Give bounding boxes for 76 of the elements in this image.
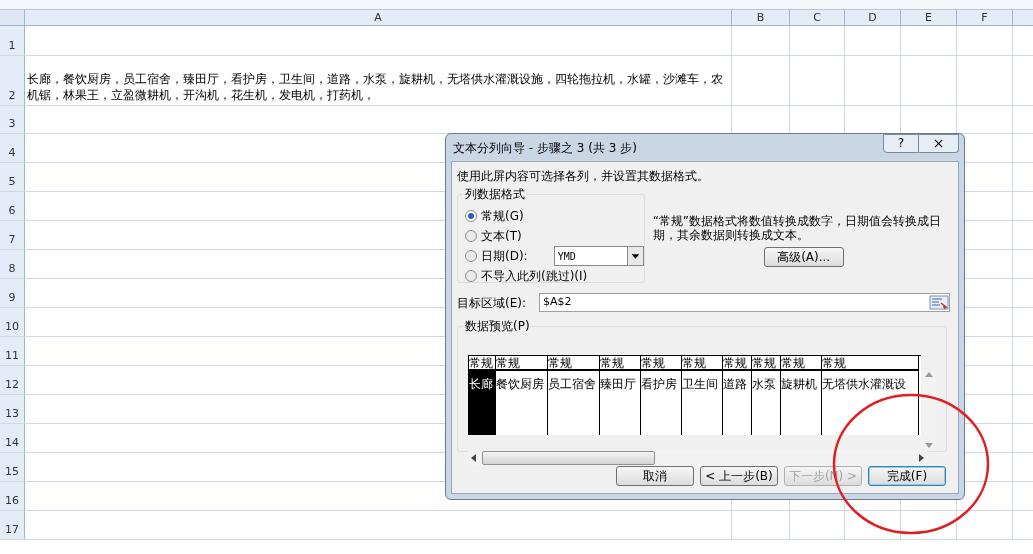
preview-cell: 臻田厅 (600, 377, 636, 391)
format-description: “常规”数据格式将数值转换成数字，日期值会转换成日期，其余数据则转换成文本。 (652, 214, 943, 242)
cell-text: 长廊，餐饮厨房，员工宿舍，臻田厅，看护房，卫生间，道路，水泵，旋耕机，无塔供水灌溉设施，四轮拖拉机，水罐，沙滩车，农机锯，林果王，立盈微耕机，开沟机，花生机，发电机，打药机， (27, 71, 724, 104)
preview-cell: 水泵 (752, 377, 776, 391)
scroll-down-arrow-icon[interactable] (924, 443, 933, 448)
preview-column-header[interactable]: 常规 (822, 356, 918, 371)
column-header[interactable]: B (732, 10, 790, 25)
row-header[interactable]: 2 (0, 56, 25, 105)
preview-column[interactable]: 长廊 (469, 371, 495, 435)
advanced-button[interactable]: 高级(A)... (763, 247, 844, 267)
row-header[interactable]: 17 (0, 511, 25, 539)
row-header[interactable]: 11 (0, 337, 25, 365)
preview-cell: 卫生间 (682, 377, 718, 391)
column-header[interactable]: E (901, 10, 957, 25)
preview-cell: 餐饮厨房 (496, 377, 544, 391)
radio-label: 常规(G) (481, 208, 524, 225)
scroll-up-arrow-icon[interactable] (924, 372, 933, 377)
dropdown-value: YMD (556, 249, 577, 264)
row-header[interactable]: 16 (0, 482, 25, 510)
preview-column-header[interactable]: 常规 (723, 356, 751, 371)
group-label: 列数据格式 (463, 186, 527, 202)
radio-button[interactable] (465, 210, 477, 222)
row-header[interactable]: 6 (0, 192, 25, 220)
preview-column-header[interactable]: 常规 (641, 356, 681, 371)
preview-cell: 看护房 (641, 377, 677, 391)
row-header[interactable]: 13 (0, 395, 25, 423)
row-header[interactable]: 14 (0, 424, 25, 452)
radio-label: 日期(D): (481, 248, 528, 265)
row-header[interactable]: 10 (0, 308, 25, 336)
radio-button[interactable] (465, 250, 477, 262)
preview-cell: 旋耕机 (781, 377, 817, 391)
close-button[interactable]: × (919, 134, 959, 153)
row-header[interactable]: 7 (0, 221, 25, 249)
column-header[interactable]: D (845, 10, 901, 25)
instruction-text: 使用此屏内容可选择各列，并设置其数据格式。 (457, 168, 710, 185)
radio-label: 不导入此列(跳过)(I) (481, 268, 588, 285)
help-button[interactable]: ? (883, 134, 919, 153)
column-header[interactable]: C (790, 10, 845, 25)
preview-column-header[interactable]: 常规 (600, 356, 640, 371)
preview-cell: 长廊 (469, 377, 493, 391)
preview-column-header[interactable]: 常规 (469, 356, 495, 371)
row-header[interactable]: 8 (0, 250, 25, 278)
row-header[interactable]: 5 (0, 163, 25, 191)
field-value: $A$2 (542, 294, 573, 311)
preview-cell: 无塔供水灌溉设 (822, 377, 906, 391)
preview-column-header[interactable]: 常规 (752, 356, 780, 371)
scrollbar-thumb[interactable] (482, 451, 655, 465)
preview-column-header[interactable]: 常规 (496, 356, 547, 371)
row-header[interactable]: 12 (0, 366, 25, 394)
row-header[interactable]: 4 (0, 134, 25, 162)
row-header[interactable]: 9 (0, 279, 25, 307)
group-label: 数据预览(P) (463, 318, 532, 334)
scroll-left-arrow-icon[interactable] (471, 454, 476, 462)
radio-label: 文本(T) (481, 228, 522, 245)
preview-column-header[interactable]: 常规 (781, 356, 821, 371)
dialog-button[interactable]: 取消 (616, 466, 694, 486)
scroll-right-arrow-icon[interactable] (919, 454, 924, 462)
preview-cell: 道路 (723, 377, 747, 391)
select-all-corner[interactable] (0, 10, 25, 25)
field-label: 目标区域(E): (457, 294, 527, 312)
preview-column-header[interactable]: 常规 (682, 356, 722, 371)
radio-button[interactable] (465, 230, 477, 242)
preview-column-header[interactable]: 常规 (548, 356, 599, 371)
window-title: 文本分列向导 - 步骤之 3 (共 3 步) (453, 139, 638, 157)
date-format-dropdown[interactable]: YMD (553, 246, 644, 266)
destination-field[interactable]: $A$2 (539, 293, 950, 312)
row-header[interactable]: 1 (0, 26, 25, 55)
preview-cell: 员工宿舍 (548, 377, 596, 391)
radio-button[interactable] (465, 270, 477, 282)
column-header[interactable]: F (957, 10, 1013, 25)
row-header[interactable]: 15 (0, 453, 25, 481)
dialog-button[interactable]: 完成(F) (868, 466, 946, 486)
column-header[interactable]: A (25, 10, 732, 25)
range-picker-icon[interactable] (929, 295, 949, 310)
row-header[interactable]: 3 (0, 106, 25, 133)
dialog-button[interactable]: < 上一步(B) (700, 466, 778, 486)
